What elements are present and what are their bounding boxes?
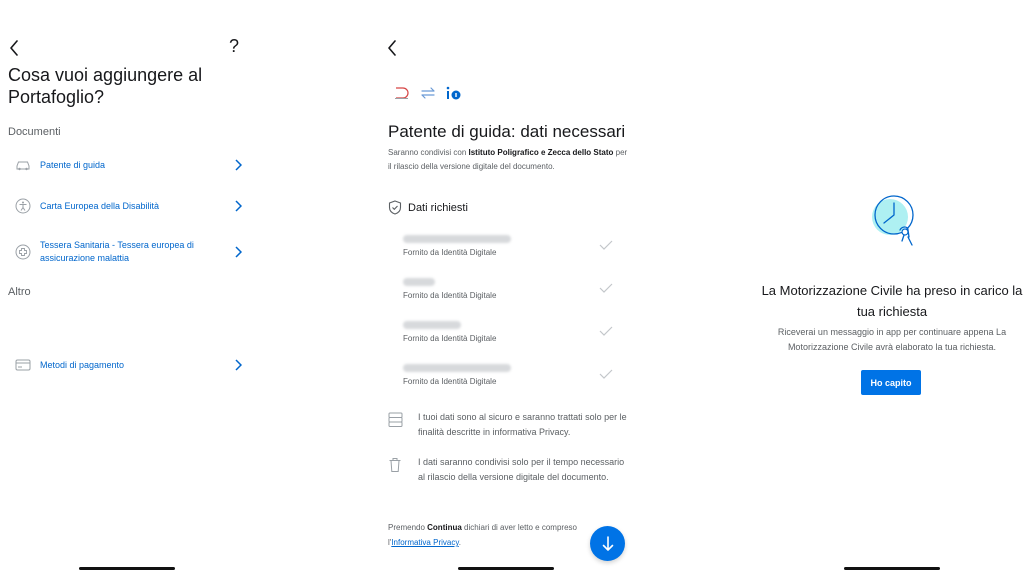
list-item-label: Carta Europea della Disabilità xyxy=(40,200,228,213)
field-provider: Fornito da Identità Digitale xyxy=(403,377,613,386)
document-logo-icon xyxy=(394,86,410,100)
scroll-down-button[interactable] xyxy=(590,526,625,561)
data-flow-header xyxy=(394,86,462,100)
required-field-row: Fornito da Identità Digitale xyxy=(403,275,613,311)
chevron-right-icon xyxy=(234,359,242,371)
chevron-right-icon xyxy=(234,246,242,258)
home-indicator xyxy=(79,567,175,570)
back-arrow-icon[interactable] xyxy=(386,40,398,56)
back-arrow-icon[interactable] xyxy=(8,40,20,56)
trash-icon xyxy=(388,455,404,485)
info-security: I tuoi dati sono al sicuro e saranno tra… xyxy=(388,410,628,440)
chevron-right-icon xyxy=(234,159,242,171)
list-item-label: Metodi di pagamento xyxy=(40,359,228,372)
car-icon xyxy=(14,156,32,174)
driving-license-data-screen: Patente di guida: dati necessari Saranno… xyxy=(376,0,636,576)
confirmation-title: La Motorizzazione Civile ha preso in car… xyxy=(760,280,1024,322)
required-field-row: Fornito da Identità Digitale xyxy=(403,361,613,397)
section-documents-label: Documenti xyxy=(8,126,61,138)
info-retention: I dati saranno condivisi solo per il tem… xyxy=(388,455,628,485)
list-item-driving-license[interactable]: Patente di guida xyxy=(14,156,242,174)
list-item-label: Patente di guida xyxy=(40,159,228,172)
redacted-value xyxy=(403,235,511,243)
exchange-arrows-icon xyxy=(420,87,436,99)
list-item-health-card[interactable]: Tessera Sanitaria - Tessera europea di a… xyxy=(14,239,242,265)
credit-card-icon xyxy=(14,356,32,374)
required-field-row: Fornito da Identità Digitale xyxy=(403,232,613,268)
list-item-payment-methods[interactable]: Metodi di pagamento xyxy=(14,356,242,374)
checkmark-icon xyxy=(599,283,613,293)
redacted-value xyxy=(403,321,461,329)
page-subtitle: Saranno condivisi con Istituto Poligrafi… xyxy=(388,146,628,174)
checkmark-icon xyxy=(599,326,613,336)
redacted-value xyxy=(403,364,511,372)
home-indicator xyxy=(458,567,554,570)
checkmark-icon xyxy=(599,369,613,379)
list-item-label: Tessera Sanitaria - Tessera europea di a… xyxy=(40,239,228,265)
home-indicator xyxy=(844,567,940,570)
checkmark-icon xyxy=(599,240,613,250)
privacy-policy-link[interactable]: Informativa Privacy xyxy=(391,538,458,547)
organization-name: Istituto Poligrafico e Zecca dello Stato xyxy=(469,148,614,157)
page-title: Patente di guida: dati necessari xyxy=(388,122,625,142)
got-it-button[interactable]: Ho capito xyxy=(861,370,921,395)
help-icon[interactable]: ? xyxy=(229,36,239,57)
identity-provider-icon xyxy=(446,86,462,100)
chevron-right-icon xyxy=(234,200,242,212)
field-provider: Fornito da Identità Digitale xyxy=(403,248,613,257)
field-provider: Fornito da Identità Digitale xyxy=(403,291,613,300)
redacted-value xyxy=(403,278,435,286)
accessibility-icon xyxy=(14,197,32,215)
shield-check-icon xyxy=(388,200,402,215)
page-title: Cosa vuoi aggiungere al Portafoglio? xyxy=(8,64,228,108)
clock-hand-illustration-icon xyxy=(864,195,920,259)
section-other-label: Altro xyxy=(8,286,31,298)
required-data-header: Dati richiesti xyxy=(388,200,468,215)
database-icon xyxy=(388,410,404,440)
continue-keyword: Continua xyxy=(427,523,462,532)
list-item-disability-card[interactable]: Carta Europea della Disabilità xyxy=(14,197,242,215)
request-confirmation-screen: La Motorizzazione Civile ha preso in car… xyxy=(760,0,1024,576)
required-field-row: Fornito da Identità Digitale xyxy=(403,318,613,354)
arrow-down-icon xyxy=(602,536,614,552)
confirmation-message: Riceverai un messaggio in app per contin… xyxy=(766,325,1018,355)
field-provider: Fornito da Identità Digitale xyxy=(403,334,613,343)
health-card-icon xyxy=(14,243,32,261)
add-to-wallet-screen: ? Cosa vuoi aggiungere al Portafoglio? D… xyxy=(0,0,256,576)
privacy-footer-note: Premendo Continua dichiari di aver letto… xyxy=(388,520,608,550)
